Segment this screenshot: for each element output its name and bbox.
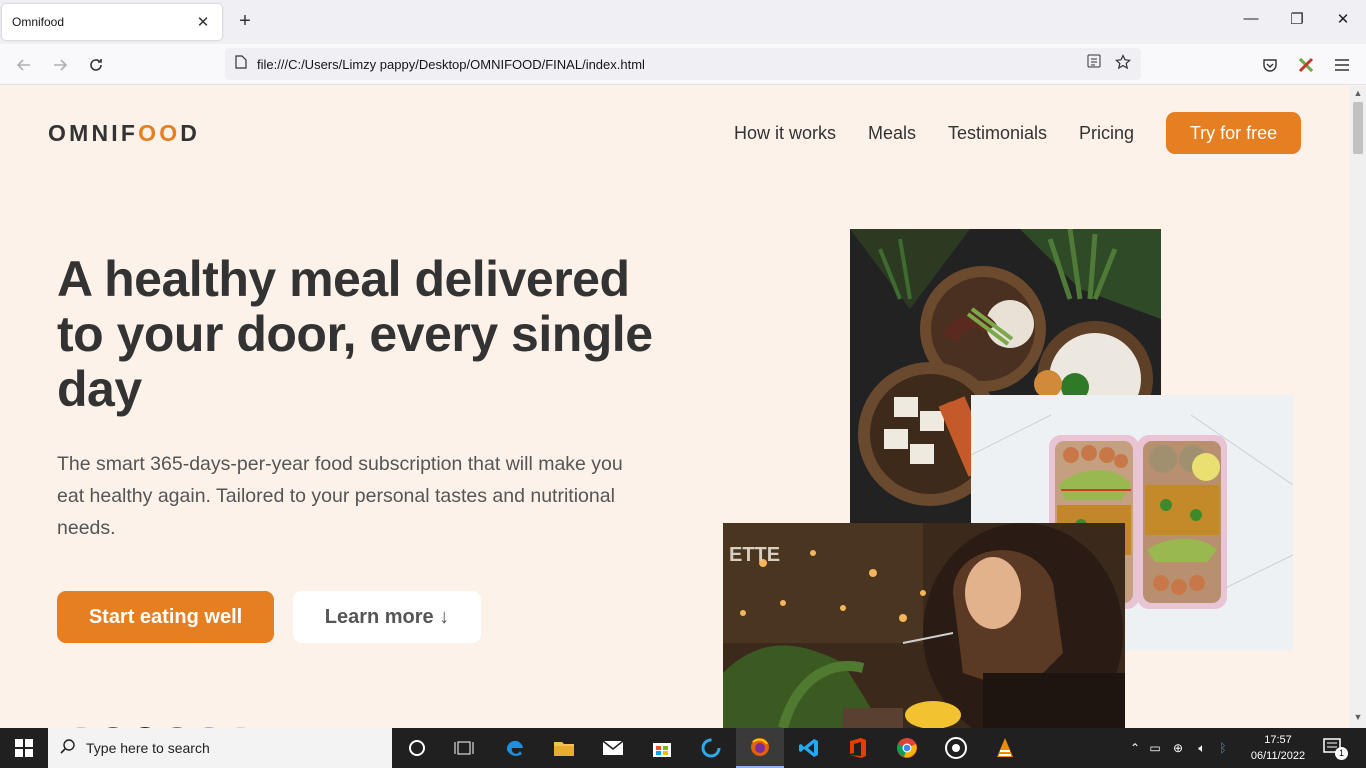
chrome-icon[interactable] xyxy=(895,736,919,760)
browser-tab-strip: Omnifood ✕ + — ❐ ✕ xyxy=(0,0,1366,44)
hero-description: The smart 365-days-per-year food subscri… xyxy=(57,453,623,539)
firefox-icon[interactable] xyxy=(736,728,784,768)
clock-time: 17:57 xyxy=(1264,734,1292,746)
learn-more-button[interactable]: Learn more ↓ xyxy=(293,591,481,643)
svg-text:ETTE: ETTE xyxy=(729,544,780,566)
vlc-icon[interactable] xyxy=(993,736,1017,760)
windows-start-icon[interactable] xyxy=(12,736,36,760)
network-icon[interactable]: ⊕ xyxy=(1166,741,1190,755)
tab-title: Omnifood xyxy=(12,15,65,29)
web-page: OMNIFOOD How it works Meals Testimonials… xyxy=(0,86,1350,728)
notifications-icon[interactable]: 1 xyxy=(1322,736,1348,760)
search-placeholder: Type here to search xyxy=(86,740,210,756)
sync-app-icon[interactable] xyxy=(699,736,723,760)
try-for-free-button[interactable]: Try for free xyxy=(1166,112,1301,154)
vscode-icon[interactable] xyxy=(797,736,821,760)
file-explorer-icon[interactable] xyxy=(552,736,576,760)
notification-count-badge: 1 xyxy=(1335,747,1348,760)
bookmark-star-icon[interactable] xyxy=(1115,53,1131,75)
page-icon xyxy=(235,54,247,74)
scroll-thumb[interactable] xyxy=(1353,102,1363,154)
menu-icon[interactable] xyxy=(1330,53,1354,77)
show-hidden-icons-icon[interactable]: ⌃ xyxy=(1126,741,1144,755)
volume-icon[interactable]: 🔈︎ xyxy=(1190,741,1214,756)
hero-heading: A healthy meal delivered to your door, e… xyxy=(57,251,653,417)
battery-icon[interactable]: ▭ xyxy=(1144,741,1166,755)
address-bar[interactable]: file:///C:/Users/Limzy pappy/Desktop/OMN… xyxy=(225,48,1141,80)
system-tray: ⌃ ▭ ⊕ 🔈︎ ᛒ xyxy=(1126,728,1232,768)
reader-view-icon[interactable] xyxy=(1087,54,1101,75)
pocket-icon[interactable] xyxy=(1258,53,1282,77)
url-text: file:///C:/Users/Limzy pappy/Desktop/OMN… xyxy=(257,56,645,72)
clock-date: 06/11/2022 xyxy=(1250,750,1306,762)
restore-icon[interactable]: ❐ xyxy=(1282,10,1312,28)
hero-image-woman-eating: ETTE xyxy=(723,523,1125,728)
minimize-icon[interactable]: — xyxy=(1236,10,1266,27)
close-tab-icon[interactable]: ✕ xyxy=(194,13,212,31)
nav-link-testimonials[interactable]: Testimonials xyxy=(948,123,1047,144)
windows-taskbar: Type here to search ⌃ ▭ ⊕ 🔈︎ ᛒ 17:57 06/… xyxy=(0,728,1366,768)
new-tab-icon[interactable]: + xyxy=(234,10,256,33)
search-icon xyxy=(60,738,76,759)
store-icon[interactable] xyxy=(650,736,674,760)
nav-link-how-it-works[interactable]: How it works xyxy=(734,123,836,144)
reload-icon[interactable] xyxy=(84,53,108,77)
page-scrollbar[interactable]: ▲ ▼ xyxy=(1350,86,1366,728)
omnifood-logo[interactable]: OMNIFOOD xyxy=(48,120,200,147)
nav-link-pricing[interactable]: Pricing xyxy=(1079,123,1134,144)
cortana-icon[interactable] xyxy=(405,736,429,760)
mail-icon[interactable] xyxy=(601,736,625,760)
obs-icon[interactable] xyxy=(944,736,968,760)
logo-infinity-oo: OO xyxy=(138,120,181,146)
browser-toolbar: file:///C:/Users/Limzy pappy/Desktop/OMN… xyxy=(0,44,1366,85)
extension-icon[interactable] xyxy=(1294,53,1318,77)
start-eating-well-button[interactable]: Start eating well xyxy=(57,591,274,643)
nav-link-meals[interactable]: Meals xyxy=(868,123,916,144)
bluetooth-icon[interactable]: ᛒ xyxy=(1214,741,1232,755)
taskbar-search-box[interactable]: Type here to search xyxy=(48,728,392,768)
close-window-icon[interactable]: ✕ xyxy=(1328,10,1358,28)
back-icon[interactable] xyxy=(12,53,36,77)
taskbar-clock[interactable]: 17:57 06/11/2022 xyxy=(1246,732,1310,764)
edge-icon[interactable] xyxy=(503,736,527,760)
scroll-down-icon[interactable]: ▼ xyxy=(1350,712,1366,722)
task-view-icon[interactable] xyxy=(452,736,476,760)
scroll-up-icon[interactable]: ▲ xyxy=(1350,88,1366,98)
office-icon[interactable] xyxy=(846,736,870,760)
forward-icon[interactable] xyxy=(48,53,72,77)
browser-tab[interactable]: Omnifood ✕ xyxy=(2,4,222,40)
